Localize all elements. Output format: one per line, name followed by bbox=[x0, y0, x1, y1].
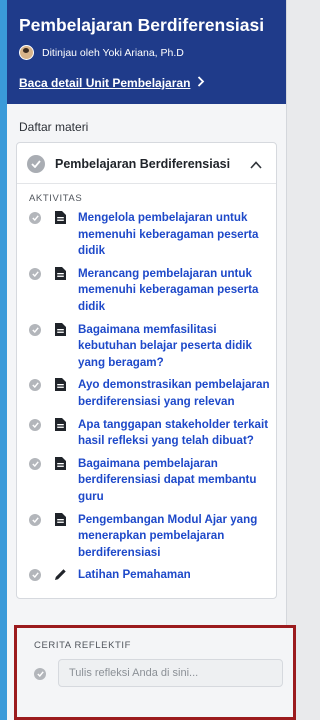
activity-item[interactable]: Latihan Pemahaman bbox=[29, 567, 270, 584]
activity-title[interactable]: Merancang pembelajaran untuk memenuhi ke… bbox=[78, 266, 270, 316]
chevron-up-icon[interactable] bbox=[246, 157, 266, 172]
check-circle-icon bbox=[29, 513, 41, 526]
chevron-right-icon bbox=[197, 76, 205, 90]
activity-item[interactable]: Pengembangan Modul Ajar yang menerapkan … bbox=[29, 512, 270, 562]
unit-detail-link[interactable]: Baca detail Unit Pembelajaran bbox=[19, 76, 205, 90]
activity-item[interactable]: Bagaimana memfasilitasi kebutuhan belaja… bbox=[29, 322, 270, 372]
activity-title[interactable]: Bagaimana pembelajaran berdiferensiasi d… bbox=[78, 456, 270, 506]
module-header[interactable]: Pembelajaran Berdiferensiasi bbox=[17, 143, 276, 184]
materials-section-label: Daftar materi bbox=[19, 120, 89, 134]
activity-title[interactable]: Mengelola pembelajaran untuk memenuhi ke… bbox=[78, 210, 270, 260]
check-circle-icon bbox=[29, 569, 41, 582]
pencil-icon bbox=[53, 568, 67, 581]
activity-title[interactable]: Ayo demonstrasikan pembelajaran berdifer… bbox=[78, 377, 270, 410]
unit-header: Pembelajaran Berdiferensiasi Ditinjau ol… bbox=[7, 0, 286, 104]
learning-unit-sidebar: Pembelajaran Berdiferensiasi Ditinjau ol… bbox=[7, 0, 296, 720]
check-circle-icon bbox=[27, 155, 45, 173]
document-icon bbox=[53, 512, 67, 526]
activity-item[interactable]: Apa tanggapan stakeholder terkait hasil … bbox=[29, 417, 270, 450]
activity-title[interactable]: Pengembangan Modul Ajar yang menerapkan … bbox=[78, 512, 270, 562]
document-icon bbox=[53, 378, 67, 392]
activity-title[interactable]: Bagaimana memfasilitasi kebutuhan belaja… bbox=[78, 322, 270, 372]
reviewer-text: Ditinjau oleh Yoki Ariana, Ph.D bbox=[42, 46, 184, 59]
check-circle-icon bbox=[34, 668, 46, 680]
unit-detail-link-label: Baca detail Unit Pembelajaran bbox=[19, 76, 191, 90]
activity-item[interactable]: Mengelola pembelajaran untuk memenuhi ke… bbox=[29, 210, 270, 260]
background-strip bbox=[0, 0, 7, 720]
reflection-row bbox=[17, 651, 293, 687]
activity-item[interactable]: Bagaimana pembelajaran berdiferensiasi d… bbox=[29, 456, 270, 506]
check-circle-icon bbox=[29, 379, 41, 392]
reviewer-avatar bbox=[19, 45, 34, 60]
document-icon bbox=[53, 266, 67, 280]
activity-list: Mengelola pembelajaran untuk memenuhi ke… bbox=[17, 210, 276, 598]
check-circle-icon bbox=[29, 323, 41, 336]
document-icon bbox=[53, 322, 67, 336]
reflection-label: CERITA REFLEKTIF bbox=[34, 640, 132, 651]
check-circle-icon bbox=[29, 267, 41, 280]
document-icon bbox=[53, 456, 67, 470]
activity-title[interactable]: Apa tanggapan stakeholder terkait hasil … bbox=[78, 417, 270, 450]
module-title: Pembelajaran Berdiferensiasi bbox=[55, 157, 231, 171]
reflection-section: CERITA REFLEKTIF bbox=[14, 625, 296, 720]
document-icon bbox=[53, 417, 67, 431]
reviewer-row: Ditinjau oleh Yoki Ariana, Ph.D bbox=[19, 45, 274, 60]
activity-item[interactable]: Ayo demonstrasikan pembelajaran berdifer… bbox=[29, 377, 270, 410]
document-icon bbox=[53, 211, 67, 224]
reflection-input[interactable] bbox=[58, 659, 283, 687]
check-circle-icon bbox=[29, 212, 41, 224]
activity-item[interactable]: Merancang pembelajaran untuk memenuhi ke… bbox=[29, 266, 270, 316]
activity-title[interactable]: Latihan Pemahaman bbox=[78, 567, 191, 584]
unit-title: Pembelajaran Berdiferensiasi bbox=[19, 15, 265, 35]
module-card: Pembelajaran Berdiferensiasi AKTIVITAS M… bbox=[16, 142, 277, 599]
check-circle-icon bbox=[29, 418, 41, 431]
activities-label: AKTIVITAS bbox=[29, 193, 83, 204]
check-circle-icon bbox=[29, 457, 41, 470]
